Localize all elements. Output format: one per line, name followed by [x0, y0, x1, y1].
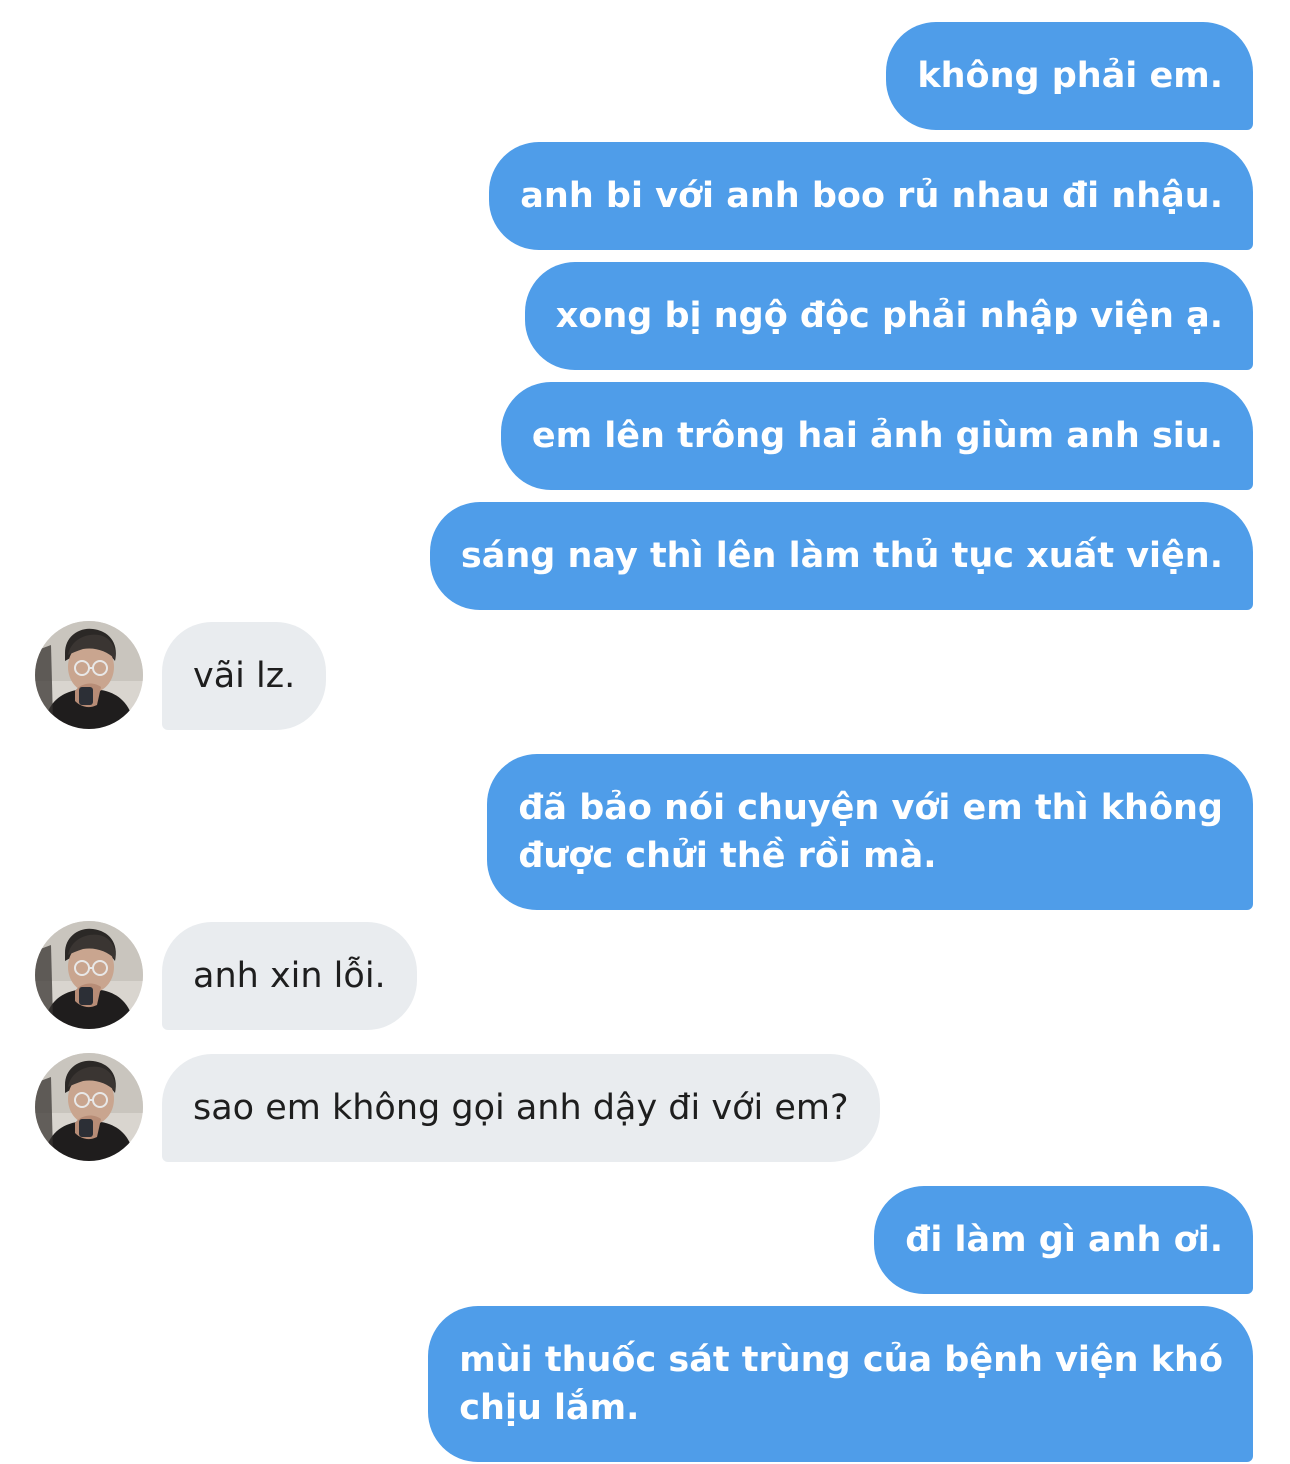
outgoing-message[interactable]: anh bi với anh boo rủ nhau đi nhậu. [489, 142, 1253, 250]
avatar-photo-icon [35, 1053, 143, 1161]
outgoing-message[interactable]: mùi thuốc sát trùng của bệnh viện khó ch… [428, 1306, 1253, 1462]
outgoing-message[interactable]: xong bị ngộ độc phải nhập viện ạ. [524, 262, 1253, 370]
outgoing-message[interactable]: sáng nay thì lên làm thủ tục xuất viện. [429, 502, 1253, 610]
contact-avatar[interactable] [35, 1053, 143, 1161]
incoming-message[interactable]: vãi lz. [162, 622, 327, 730]
outgoing-message[interactable]: đi làm gì anh ơi. [874, 1186, 1253, 1294]
contact-avatar[interactable] [35, 921, 143, 1029]
outgoing-message[interactable]: đã bảo nói chuyện với em thì không được … [487, 754, 1253, 910]
incoming-message[interactable]: anh xin lỗi. [162, 922, 417, 1030]
avatar-photo-icon [35, 621, 143, 729]
contact-avatar[interactable] [35, 621, 143, 729]
outgoing-message[interactable]: không phải em. [886, 22, 1253, 130]
avatar-photo-icon [35, 921, 143, 1029]
chat-thread: không phải em. anh bi với anh boo rủ nha… [0, 0, 1290, 1464]
incoming-message[interactable]: sao em không gọi anh dậy đi với em? [162, 1054, 880, 1162]
outgoing-message[interactable]: em lên trông hai ảnh giùm anh siu. [500, 382, 1253, 490]
